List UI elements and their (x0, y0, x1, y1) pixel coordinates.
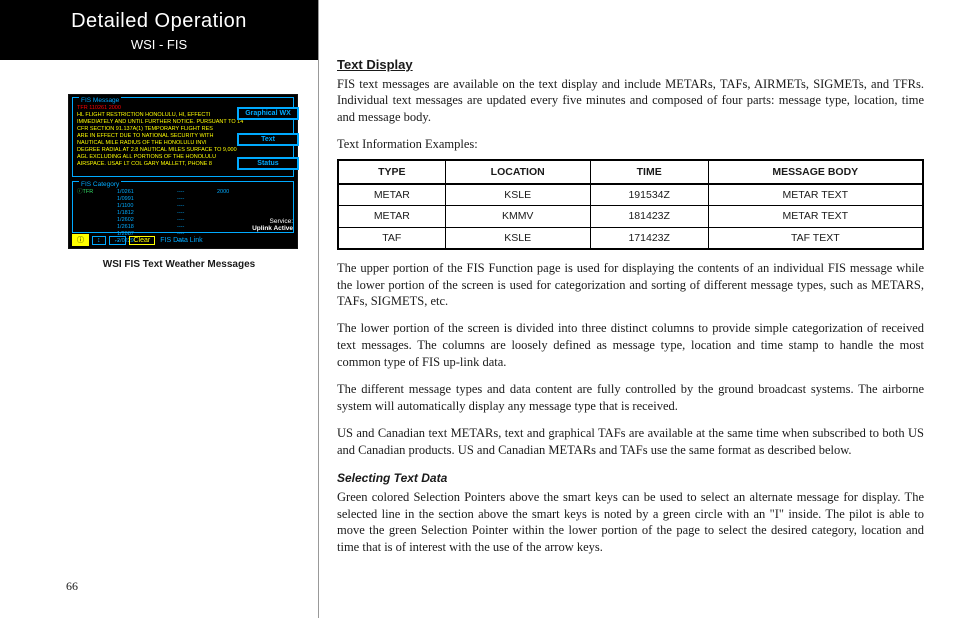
graphical-wx-button[interactable]: Graphical WX (237, 107, 299, 120)
table-header: LOCATION (445, 160, 590, 184)
fis-message-label: FIS Message (79, 97, 121, 104)
clear-key[interactable]: Clear (129, 236, 156, 245)
table-row: TAFKSLE171423ZTAF TEXT (338, 227, 923, 249)
table-cell: METAR (338, 184, 445, 206)
table-cell: 171423Z (590, 227, 708, 249)
header-subtitle: WSI - FIS (0, 37, 318, 52)
page-number: 66 (66, 579, 78, 594)
table-cell: METAR TEXT (708, 184, 923, 206)
paragraph-1: The upper portion of the FIS Function pa… (337, 260, 924, 311)
arrow-up-down-key[interactable]: ↕ (92, 236, 106, 245)
table-cell: TAF TEXT (708, 227, 923, 249)
screenshot-caption: WSI FIS Text Weather Messages (68, 259, 290, 270)
service-value: Uplink Active (252, 225, 293, 232)
table-header: MESSAGE BODY (708, 160, 923, 184)
intro-paragraph: FIS text messages are available on the t… (337, 76, 924, 127)
category-row: 1/1812---- (77, 210, 289, 217)
paragraph-4: US and Canadian text METARs, text and gr… (337, 425, 924, 459)
fis-category-label: FIS Category (79, 181, 121, 188)
table-row: METARKSLE191534ZMETAR TEXT (338, 184, 923, 206)
page-header: Detailed Operation WSI - FIS (0, 0, 318, 60)
table-header: TYPE (338, 160, 445, 184)
category-row: 1/1100---- (77, 203, 289, 210)
table-header: TIME (590, 160, 708, 184)
status-button[interactable]: Status (237, 157, 299, 170)
category-row: 1/0991---- (77, 196, 289, 203)
paragraph-3: The different message types and data con… (337, 381, 924, 415)
text-info-table: TYPELOCATIONTIMEMESSAGE BODY METARKSLE19… (337, 159, 924, 250)
arrow-left-right-key[interactable]: ↔ (109, 236, 126, 245)
table-row: METARKMMV181423ZMETAR TEXT (338, 206, 923, 227)
table-cell: 191534Z (590, 184, 708, 206)
table-cell: 181423Z (590, 206, 708, 227)
service-label: Service: (270, 218, 293, 225)
examples-label: Text Information Examples: (337, 136, 924, 153)
table-cell: TAF (338, 227, 445, 249)
service-status: Service: Uplink Active (252, 218, 293, 232)
table-cell: METAR TEXT (708, 206, 923, 227)
table-cell: KMMV (445, 206, 590, 227)
device-screenshot: FIS Message TFR 110261 2000 HL FLIGHT RE… (68, 94, 298, 249)
table-cell: KSLE (445, 184, 590, 206)
subsection-body: Green colored Selection Pointers above t… (337, 489, 924, 557)
header-title: Detailed Operation (0, 10, 318, 33)
subsection-heading-selecting-text-data: Selecting Text Data (337, 470, 924, 486)
table-cell: METAR (338, 206, 445, 227)
smart-keys: ⓘ ↕ ↔ Clear FIS Data Link (72, 234, 294, 246)
category-row: ⓘTFR1/0261----2000 (77, 189, 289, 196)
selection-pointer-key[interactable]: ⓘ (72, 234, 89, 246)
table-cell: KSLE (445, 227, 590, 249)
paragraph-2: The lower portion of the screen is divid… (337, 320, 924, 371)
fis-data-link-label: FIS Data Link (160, 237, 202, 244)
text-button[interactable]: Text (237, 133, 299, 146)
section-heading-text-display: Text Display (337, 56, 924, 74)
